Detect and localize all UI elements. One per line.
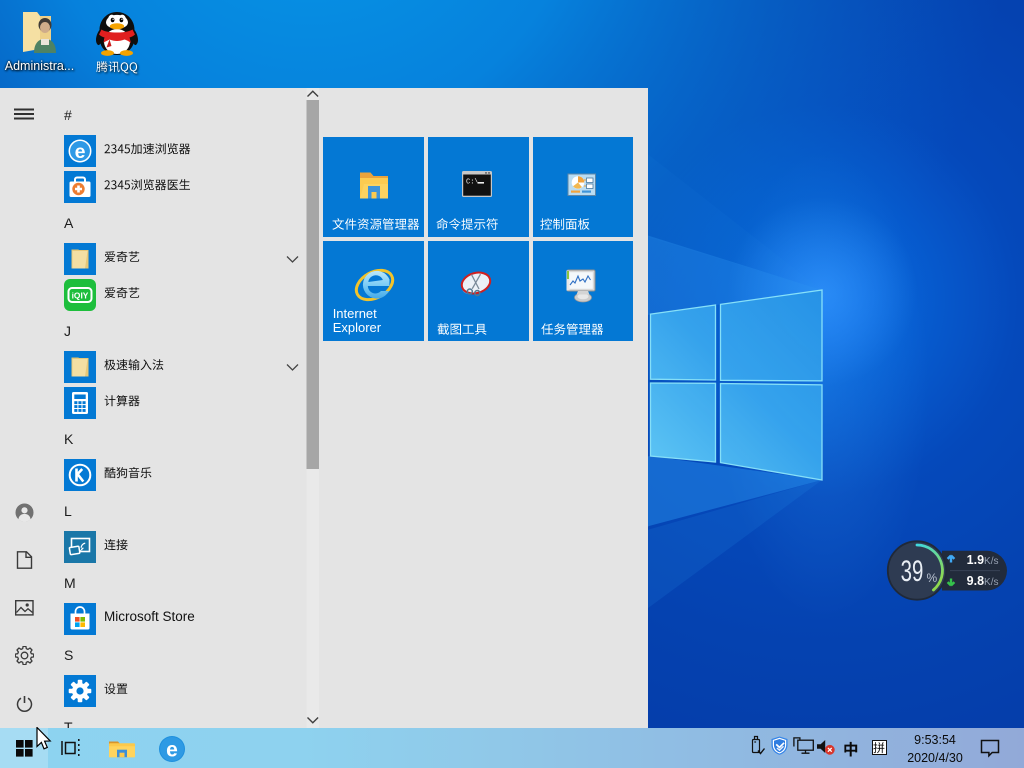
svg-text:C:\: C:\ <box>466 179 479 187</box>
svg-text:e: e <box>166 739 178 762</box>
